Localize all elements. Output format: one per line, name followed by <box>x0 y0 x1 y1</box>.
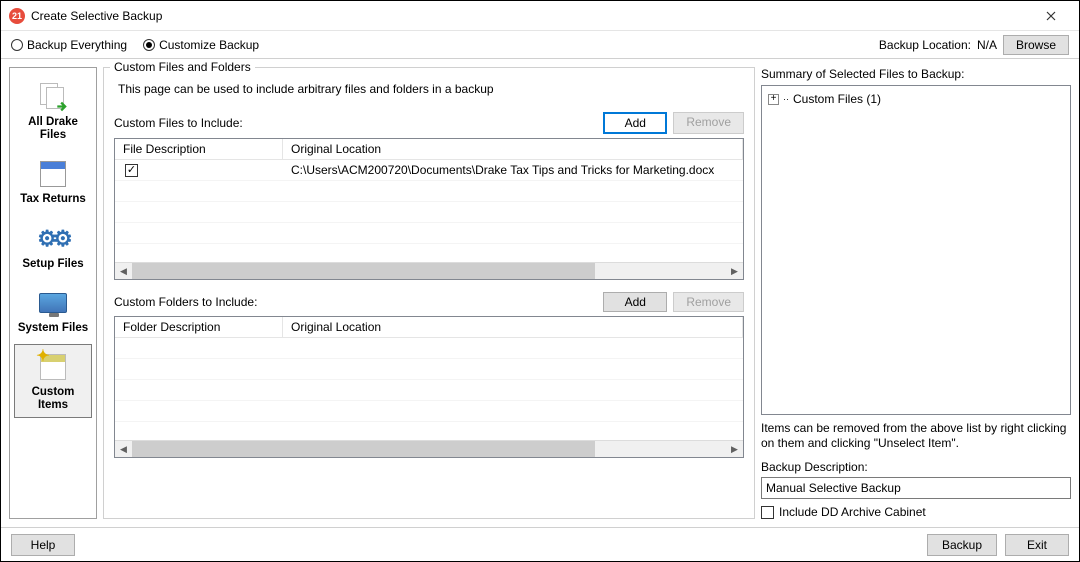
sidebar-item-label: Tax Returns <box>20 193 86 206</box>
scroll-right-icon[interactable]: ▶ <box>726 441 743 458</box>
sidebar-item-label: Setup Files <box>22 258 83 271</box>
unselect-hint: Items can be removed from the above list… <box>761 421 1071 452</box>
window: 21 Create Selective Backup Backup Everyt… <box>0 0 1080 562</box>
tree-node-custom-files[interactable]: + ·· Custom Files (1) <box>768 92 1064 106</box>
col-folder-description[interactable]: Folder Description <box>115 317 283 337</box>
footer: Help Backup Exit <box>1 527 1079 561</box>
summary-tree[interactable]: + ·· Custom Files (1) <box>761 85 1071 415</box>
gears-icon: ⚙⚙ <box>37 223 69 255</box>
file-checkbox[interactable] <box>125 164 138 177</box>
table-row <box>115 202 743 223</box>
help-button[interactable]: Help <box>11 534 75 556</box>
window-title: Create Selective Backup <box>31 9 1031 23</box>
file-location: C:\Users\ACM200720\Documents\Drake Tax T… <box>283 161 743 179</box>
close-icon <box>1046 11 1056 21</box>
sidebar-item-label: Custom Items <box>17 386 89 412</box>
titlebar: 21 Create Selective Backup <box>1 1 1079 31</box>
right-panel: Summary of Selected Files to Backup: + ·… <box>761 67 1071 519</box>
remove-folder-button[interactable]: Remove <box>673 292 744 312</box>
notepad-icon <box>37 158 69 190</box>
folders-label: Custom Folders to Include: <box>114 295 603 309</box>
backup-location-label: Backup Location: <box>879 38 971 52</box>
sidebar-item-all-drake-files[interactable]: All Drake Files <box>14 74 92 147</box>
backup-description-label: Backup Description: <box>761 460 1071 474</box>
col-original-location-folders[interactable]: Original Location <box>283 317 743 337</box>
docs-icon <box>37 81 69 113</box>
sidebar-item-tax-returns[interactable]: Tax Returns <box>14 151 92 211</box>
backup-location-value: N/A <box>977 38 997 52</box>
col-original-location[interactable]: Original Location <box>283 139 743 159</box>
body: All Drake Files Tax Returns ⚙⚙ Setup Fil… <box>1 59 1079 527</box>
radio-backup-everything[interactable]: Backup Everything <box>11 38 127 52</box>
custom-files-fieldset: Custom Files and Folders This page can b… <box>103 67 755 519</box>
sidebar-item-label: System Files <box>18 322 88 335</box>
radio-customize-backup[interactable]: Customize Backup <box>143 38 259 52</box>
include-dd-label: Include DD Archive Cabinet <box>779 505 926 519</box>
tree-expand-icon[interactable]: + <box>768 94 779 105</box>
radio-icon <box>11 39 23 51</box>
sidebar-item-system-files[interactable]: System Files <box>14 280 92 340</box>
radio-icon-selected <box>143 39 155 51</box>
radio-label: Backup Everything <box>27 38 127 52</box>
sidebar-item-label: All Drake Files <box>17 116 89 142</box>
fieldset-legend: Custom Files and Folders <box>110 60 255 74</box>
table-row <box>115 380 743 401</box>
file-check-cell <box>115 162 283 179</box>
center-panel: Custom Files and Folders This page can b… <box>103 67 755 519</box>
folders-hscrollbar[interactable]: ◀ ▶ <box>115 440 743 457</box>
radio-label: Customize Backup <box>159 38 259 52</box>
app-icon: 21 <box>9 8 25 24</box>
include-dd-checkbox[interactable] <box>761 506 774 519</box>
table-row[interactable]: C:\Users\ACM200720\Documents\Drake Tax T… <box>115 160 743 181</box>
intro-text: This page can be used to include arbitra… <box>118 82 744 96</box>
table-row <box>115 359 743 380</box>
remove-file-button[interactable]: Remove <box>673 112 744 134</box>
exit-button[interactable]: Exit <box>1005 534 1069 556</box>
sidebar-item-custom-items[interactable]: ✦ Custom Items <box>14 344 92 417</box>
custom-items-icon: ✦ <box>37 351 69 383</box>
table-row <box>115 181 743 202</box>
scroll-left-icon[interactable]: ◀ <box>115 441 132 458</box>
sidebar-item-setup-files[interactable]: ⚙⚙ Setup Files <box>14 216 92 276</box>
backup-location: Backup Location: N/A Browse <box>879 35 1069 55</box>
backup-description-input[interactable] <box>761 477 1071 499</box>
scroll-thumb[interactable] <box>132 441 595 457</box>
folders-table-header: Folder Description Original Location <box>115 317 743 338</box>
tree-node-label: Custom Files (1) <box>793 92 881 106</box>
sidebar: All Drake Files Tax Returns ⚙⚙ Setup Fil… <box>9 67 97 519</box>
tree-dots-icon: ·· <box>783 94 789 104</box>
include-dd-row[interactable]: Include DD Archive Cabinet <box>761 505 1071 519</box>
files-hscrollbar[interactable]: ◀ ▶ <box>115 262 743 279</box>
files-table-header: File Description Original Location <box>115 139 743 160</box>
files-label: Custom Files to Include: <box>114 116 603 130</box>
table-row <box>115 401 743 422</box>
col-file-description[interactable]: File Description <box>115 139 283 159</box>
browse-button[interactable]: Browse <box>1003 35 1069 55</box>
monitor-icon <box>37 287 69 319</box>
add-file-button[interactable]: Add <box>603 112 667 134</box>
scroll-left-icon[interactable]: ◀ <box>115 263 132 280</box>
add-folder-button[interactable]: Add <box>603 292 667 312</box>
scroll-thumb[interactable] <box>132 263 595 279</box>
table-row <box>115 338 743 359</box>
table-row <box>115 223 743 244</box>
close-button[interactable] <box>1031 1 1071 30</box>
options-row: Backup Everything Customize Backup Backu… <box>1 31 1079 59</box>
backup-button[interactable]: Backup <box>927 534 997 556</box>
folders-table: Folder Description Original Location ◀ ▶ <box>114 316 744 458</box>
files-table: File Description Original Location C:\Us… <box>114 138 744 280</box>
scroll-right-icon[interactable]: ▶ <box>726 263 743 280</box>
summary-label: Summary of Selected Files to Backup: <box>761 67 1071 81</box>
